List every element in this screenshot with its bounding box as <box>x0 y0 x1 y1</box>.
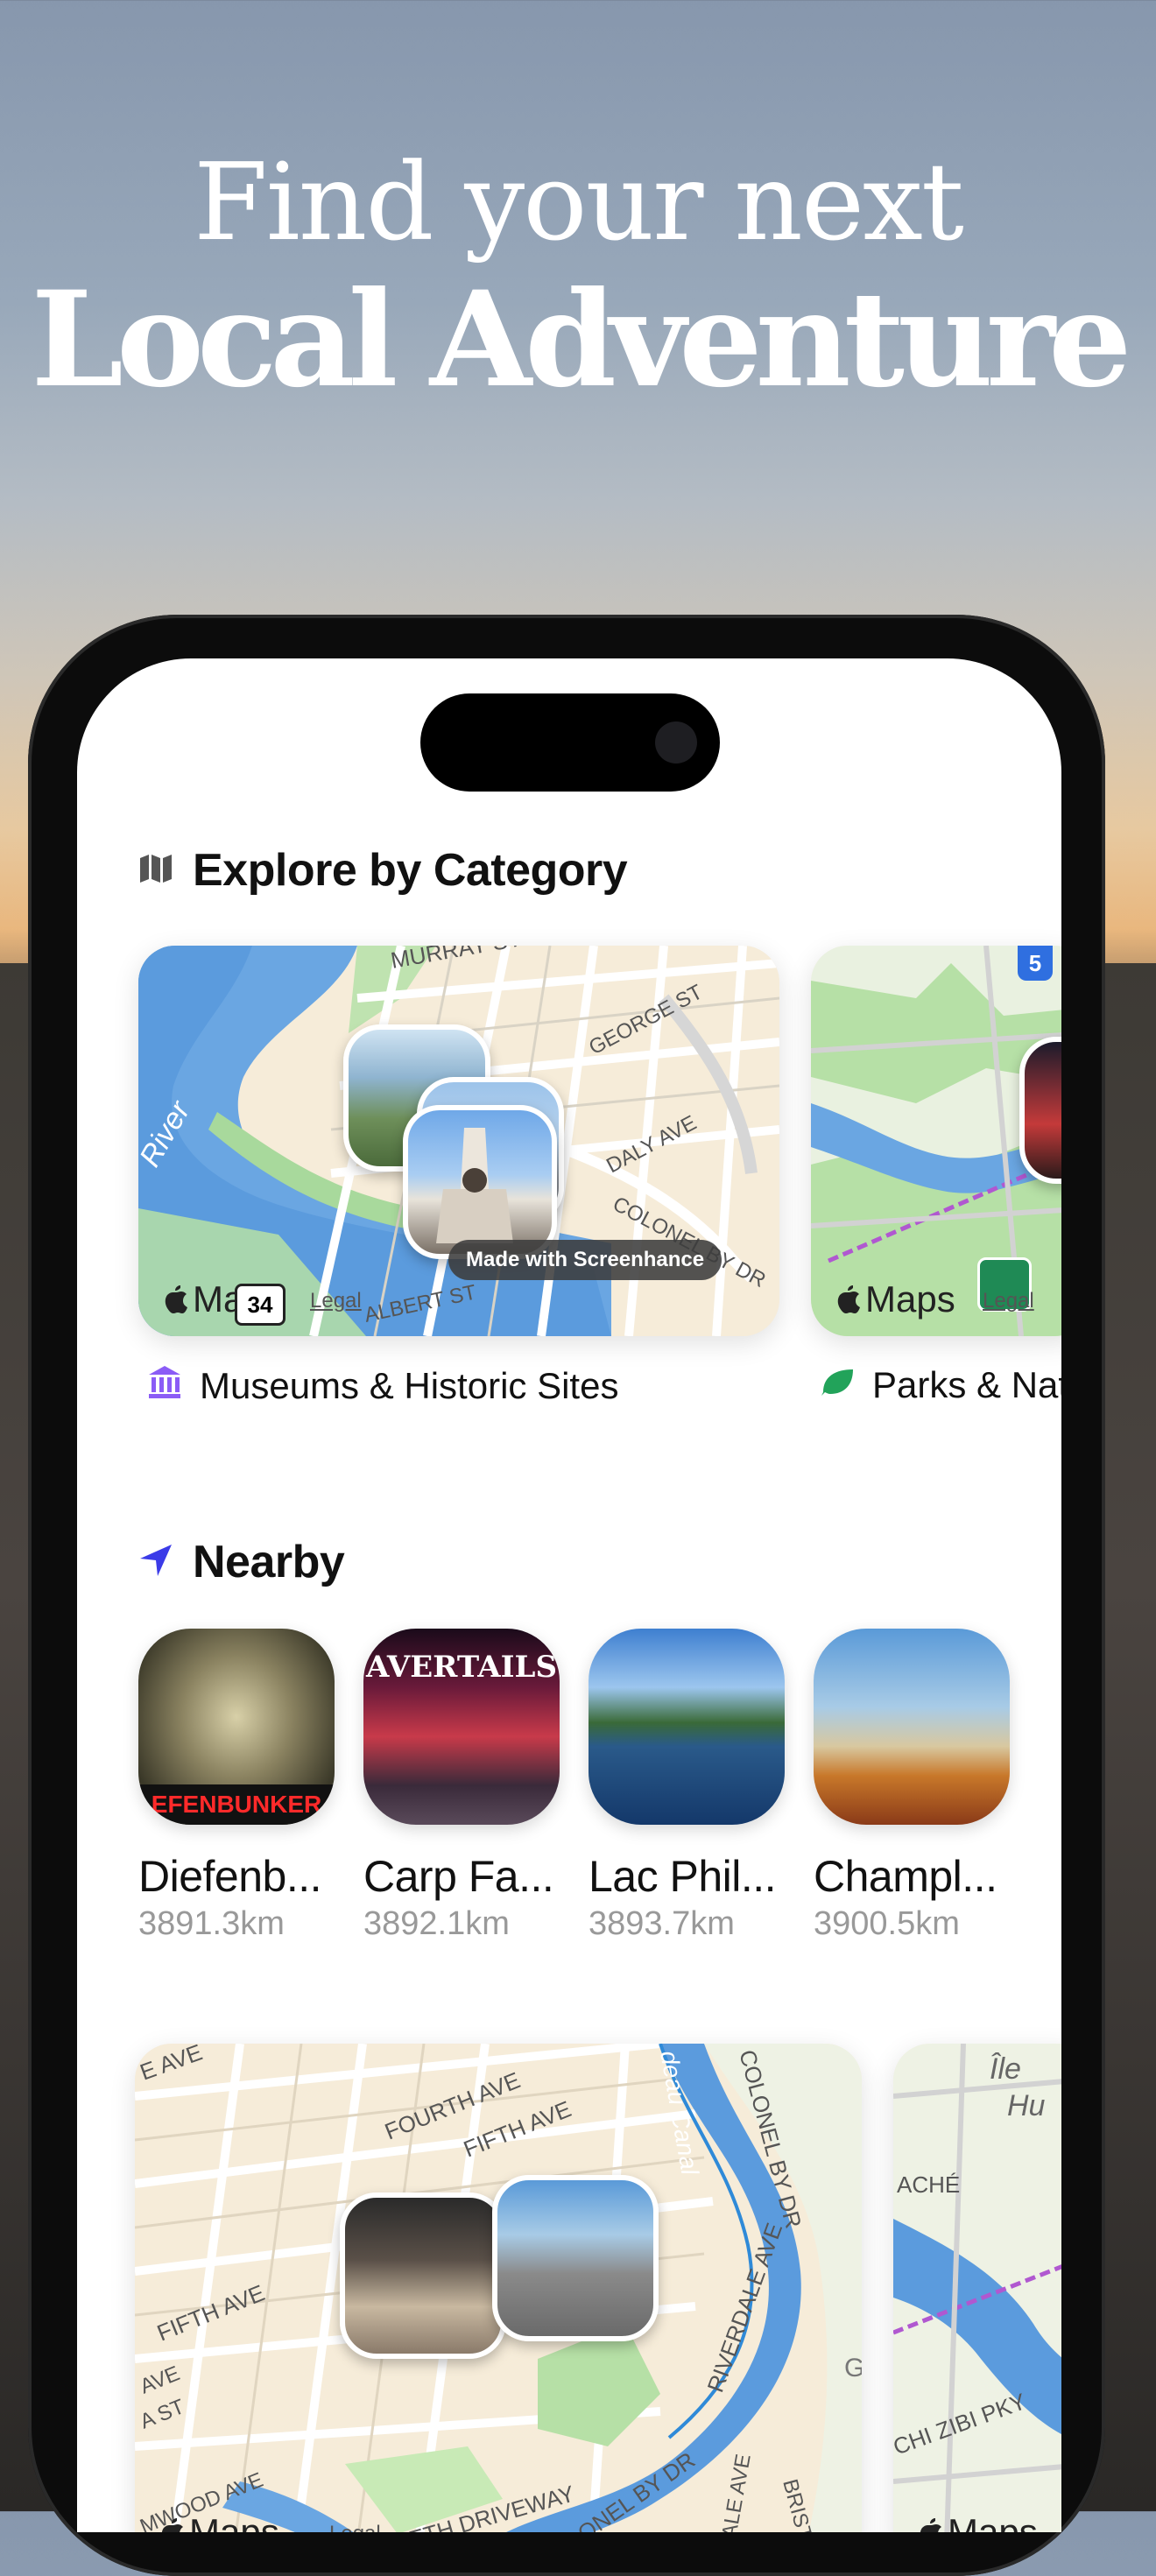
svg-text:ACHÉ: ACHÉ <box>897 2171 960 2198</box>
nearby-item-diefenbunker[interactable]: EFENBUNKER Diefenb... 3891.3km <box>138 1629 335 1943</box>
nearby-name: Diefenb... <box>138 1852 322 1901</box>
apple-maps-logo: Maps <box>918 2511 1038 2532</box>
map-icon <box>138 853 173 889</box>
nearby-distance: 3892.1km <box>363 1905 510 1942</box>
thumb-war-memorial <box>403 1105 557 1259</box>
nearby-name: Champl... <box>814 1852 997 1901</box>
svg-text:G: G <box>844 2354 862 2382</box>
category-card-parks[interactable]: 5 Maps Legal <box>811 946 1061 1336</box>
phone-screen: Explore by Category MURRAY ST GEORGE ST … <box>77 658 1061 2532</box>
legal-link[interactable]: Legal <box>983 1289 1034 1313</box>
apple-maps-logo: Maps <box>159 2511 279 2532</box>
nearby-image <box>589 1629 785 1825</box>
bottom-map-card-1[interactable]: E AVE FOURTH AVE FIFTH AVE FIFTH AVE COL… <box>135 2044 862 2532</box>
nearby-distance: 3893.7km <box>589 1905 735 1942</box>
headline-line-1: Find your next <box>194 140 964 264</box>
nearby-distance: 3891.3km <box>138 1905 285 1942</box>
headline-line-2: Local Adventure <box>31 263 1132 417</box>
explore-section-header: Explore by Category <box>138 844 628 897</box>
nearby-section-header: Nearby <box>138 1536 345 1588</box>
apple-maps-logo: Maps <box>835 1278 955 1320</box>
location-arrow-icon <box>138 1543 173 1582</box>
leaf-icon <box>820 1364 855 1406</box>
apple-icon <box>159 2517 186 2532</box>
nearby-image: EFENBUNKER <box>138 1629 335 1825</box>
nearby-image-caption: AVERTAILS <box>365 1650 558 1685</box>
nearby-image: AVERTAILS <box>363 1629 560 1825</box>
thumb-festival <box>1019 1037 1061 1184</box>
nearby-item-lac-philippe[interactable]: Lac Phil... 3893.7km <box>589 1629 785 1943</box>
nearby-item-champlain[interactable]: Champl... 3900.5km <box>814 1629 1010 1943</box>
category-label-parks[interactable]: Parks & Nat <box>820 1364 1061 1406</box>
svg-text:Île: Île <box>990 2052 1021 2086</box>
legal-link[interactable]: Legal <box>310 1289 362 1313</box>
apple-icon <box>918 2517 944 2532</box>
route-shield: 34 <box>235 1284 285 1326</box>
nearby-section-title: Nearby <box>193 1537 345 1587</box>
bottom-map-card-2[interactable]: Île Hu ACHÉ CHI ZIBI PKY Maps <box>893 2044 1061 2532</box>
thumb-market <box>492 2175 659 2341</box>
route-shield-5: 5 <box>1018 946 1053 981</box>
apple-icon <box>163 1284 189 1314</box>
dynamic-island <box>420 693 720 792</box>
apple-icon <box>835 1284 862 1314</box>
nearby-name: Carp Fa... <box>363 1852 554 1901</box>
thumb-bakery <box>340 2192 506 2359</box>
explore-section-title: Explore by Category <box>193 845 628 896</box>
category-card-museums[interactable]: MURRAY ST GEORGE ST DALY AVE COLONEL BY … <box>138 946 779 1336</box>
legal-link[interactable]: Legal <box>329 2522 381 2532</box>
category-label-museums[interactable]: Museums & Historic Sites <box>147 1364 618 1408</box>
nearby-image-caption: EFENBUNKER <box>138 1784 335 1825</box>
nearby-item-carp-fair[interactable]: AVERTAILS Carp Fa... 3892.1km <box>363 1629 560 1943</box>
screenhance-watermark: Made with Screenhance <box>448 1240 722 1280</box>
nearby-name: Lac Phil... <box>589 1852 777 1901</box>
camera-icon <box>655 721 697 764</box>
nearby-image <box>814 1629 1010 1825</box>
svg-text:Hu: Hu <box>1007 2089 1046 2122</box>
museum-icon <box>147 1364 182 1408</box>
nearby-distance: 3900.5km <box>814 1905 960 1942</box>
